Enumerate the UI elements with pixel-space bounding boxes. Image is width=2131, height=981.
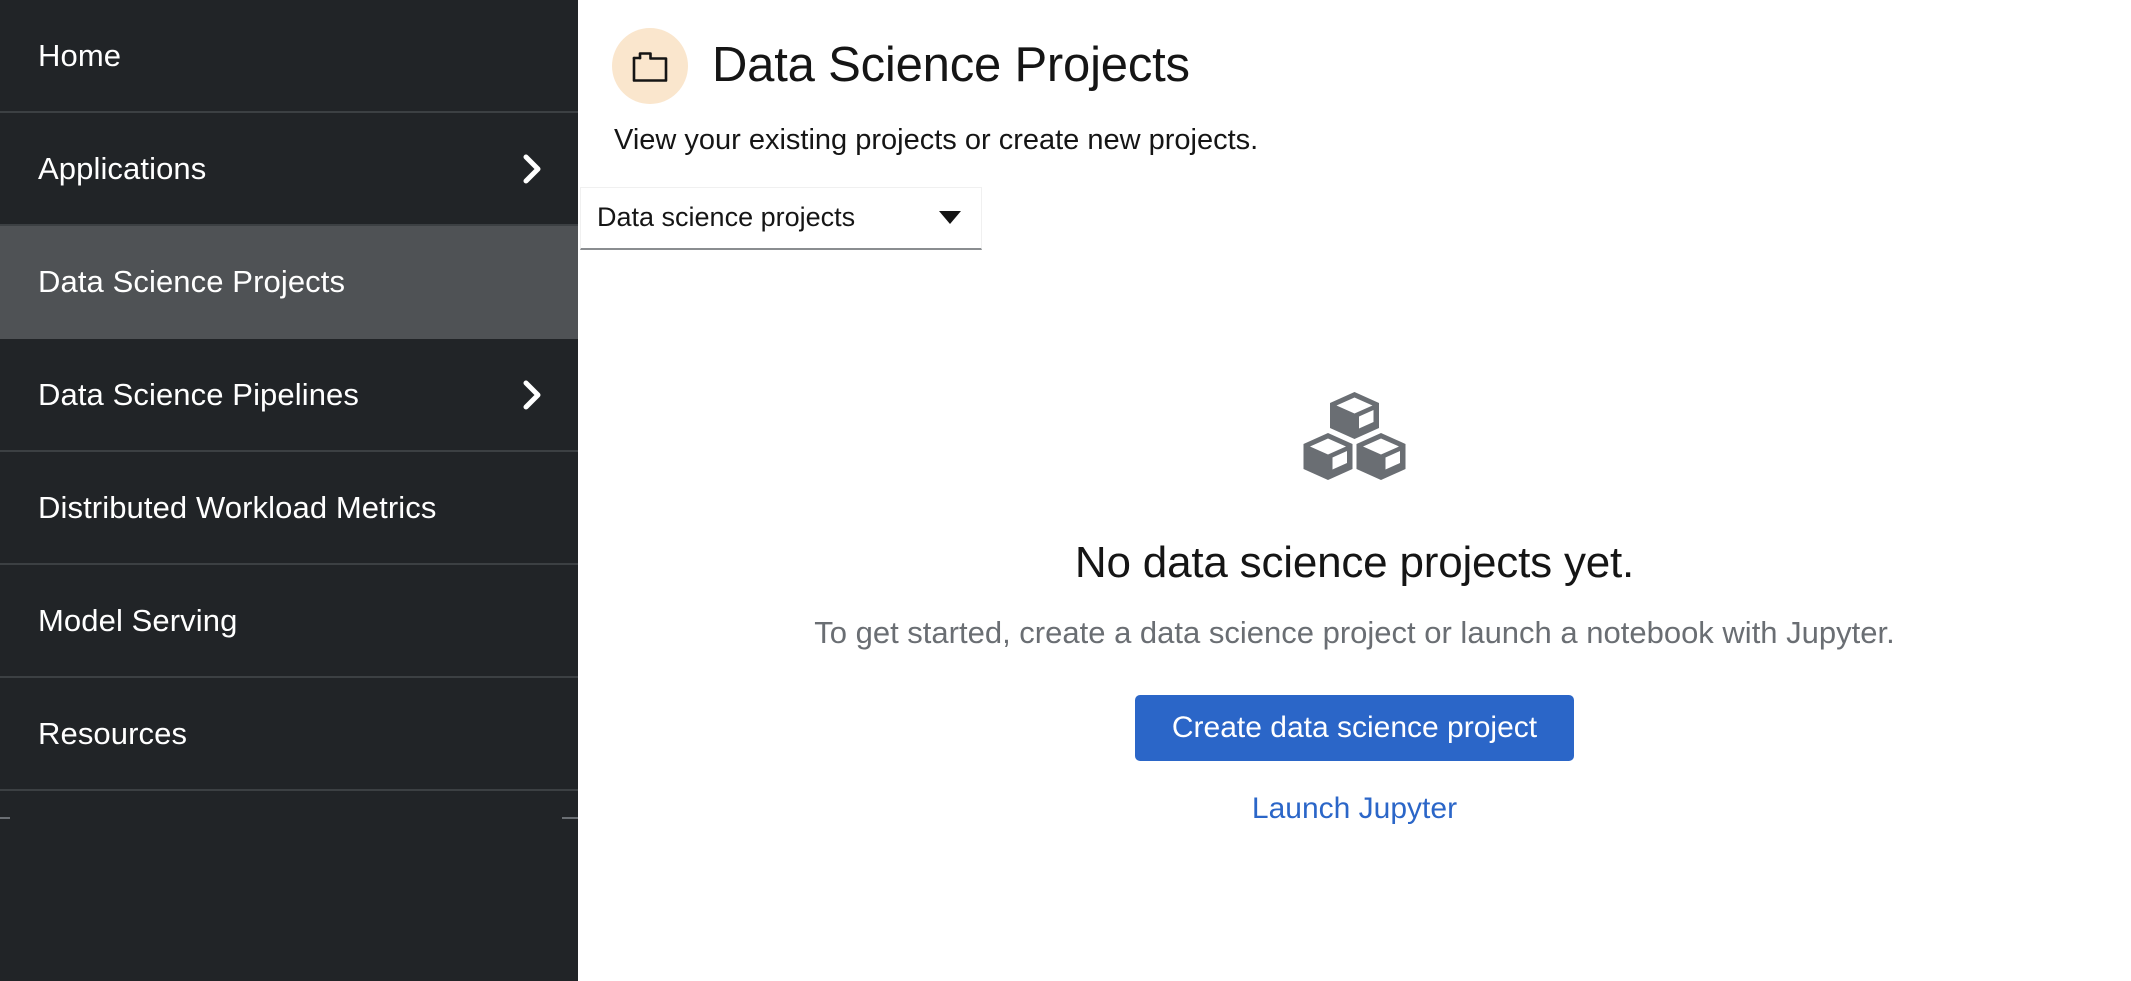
- empty-state-title: No data science projects yet.: [1074, 538, 1635, 587]
- page-header: Data Science Projects View your existing…: [578, 0, 2131, 160]
- application-root: Home Applications Data Science Projects …: [0, 0, 2131, 981]
- page-subtitle: View your existing projects or create ne…: [614, 124, 1259, 156]
- chevron-right-icon: [522, 380, 544, 410]
- sidebar-item-label: Distributed Workload Metrics: [38, 490, 437, 525]
- sidebar-item-data-science-projects[interactable]: Data Science Projects: [0, 226, 578, 339]
- empty-state-actions: Create data science project Launch Jupyt…: [1134, 694, 1575, 830]
- sidebar-item-model-serving[interactable]: Model Serving: [0, 565, 578, 678]
- sidebar-item-label: Data Science Pipelines: [38, 377, 359, 412]
- sidebar-divider: [0, 817, 578, 819]
- primary-sidebar: Home Applications Data Science Projects …: [0, 0, 578, 981]
- main-content: Data Science Projects View your existing…: [578, 0, 2131, 981]
- project-scope-select[interactable]: Data science projects: [580, 186, 982, 250]
- sidebar-item-label: Model Serving: [38, 603, 238, 638]
- page-title: Data Science Projects: [712, 38, 1190, 93]
- sidebar-empty-area: [0, 791, 578, 981]
- chevron-down-icon: [939, 211, 961, 225]
- empty-state: No data science projects yet. To get sta…: [578, 386, 2131, 830]
- sidebar-item-label: Resources: [38, 716, 188, 751]
- launch-jupyter-link[interactable]: Launch Jupyter: [1244, 788, 1465, 830]
- sidebar-item-data-science-pipelines[interactable]: Data Science Pipelines: [0, 339, 578, 452]
- sidebar-item-label: Applications: [38, 151, 207, 186]
- project-scope-select-value: Data science projects: [597, 202, 856, 233]
- sidebar-item-label: Data Science Projects: [38, 264, 346, 299]
- sidebar-item-home[interactable]: Home: [0, 0, 578, 113]
- sidebar-item-resources[interactable]: Resources: [0, 678, 578, 791]
- page-title-row: Data Science Projects: [612, 28, 2131, 104]
- sidebar-item-applications[interactable]: Applications: [0, 113, 578, 226]
- sidebar-nav-list: Home Applications Data Science Projects …: [0, 0, 578, 791]
- cubes-icon: [1297, 386, 1412, 489]
- sidebar-item-distributed-workload-metrics[interactable]: Distributed Workload Metrics: [0, 452, 578, 565]
- folder-open-icon: [612, 28, 688, 104]
- projects-toolbar: Data science projects: [580, 186, 2131, 250]
- create-data-science-project-button[interactable]: Create data science project: [1134, 694, 1575, 761]
- empty-state-body: To get started, create a data science pr…: [814, 615, 1895, 651]
- chevron-right-icon: [522, 154, 544, 184]
- sidebar-item-label: Home: [38, 38, 122, 73]
